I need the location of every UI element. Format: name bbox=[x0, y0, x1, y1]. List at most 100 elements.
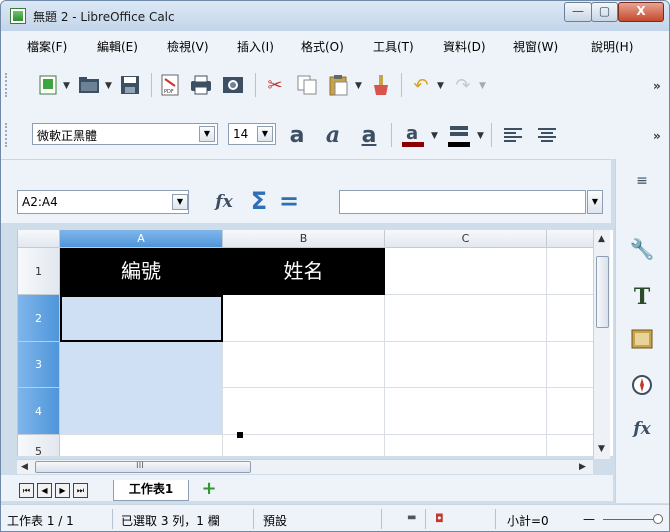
cell-c2[interactable] bbox=[385, 295, 547, 342]
background-color-icon[interactable] bbox=[445, 121, 473, 149]
zoom-out-button[interactable]: — bbox=[583, 512, 595, 526]
print-preview-icon[interactable] bbox=[221, 73, 245, 97]
scroll-up-icon[interactable]: ▲ bbox=[598, 234, 605, 244]
function-wizard-icon[interactable]: fx bbox=[211, 190, 237, 214]
cell-a1[interactable]: 編號 bbox=[60, 248, 223, 295]
gallery-icon[interactable] bbox=[628, 325, 656, 353]
page-style[interactable]: 預設 bbox=[263, 512, 287, 529]
sheet-tab-1[interactable]: 工作表1 bbox=[113, 480, 189, 501]
cell-a2[interactable] bbox=[60, 295, 223, 342]
chevron-down-icon[interactable]: ▼ bbox=[437, 81, 444, 91]
cell-d1[interactable] bbox=[547, 248, 595, 295]
underline-icon[interactable]: a bbox=[355, 123, 383, 148]
row-header-1[interactable]: 1 bbox=[18, 248, 60, 295]
italic-icon[interactable]: a bbox=[319, 122, 347, 148]
menu-tools[interactable]: 工具(T) bbox=[373, 38, 414, 55]
chevron-down-icon[interactable]: ▼ bbox=[477, 131, 484, 141]
export-pdf-icon[interactable]: PDF bbox=[159, 73, 181, 97]
undo-icon[interactable]: ↶ bbox=[409, 73, 433, 97]
cut-icon[interactable]: ✂ bbox=[263, 73, 287, 97]
toolbar-grip[interactable] bbox=[5, 123, 8, 147]
vertical-scroll-thumb[interactable] bbox=[596, 256, 609, 328]
row-header-5[interactable]: 5 bbox=[18, 435, 60, 456]
menu-window[interactable]: 視窗(W) bbox=[513, 38, 558, 55]
cell-a5[interactable] bbox=[60, 435, 223, 456]
select-all-corner[interactable] bbox=[18, 230, 60, 248]
chevron-down-icon[interactable]: ▼ bbox=[63, 81, 70, 91]
cell-c1[interactable] bbox=[385, 248, 547, 295]
column-header-d[interactable] bbox=[547, 230, 595, 248]
align-center-icon[interactable] bbox=[533, 123, 561, 147]
last-sheet-button[interactable]: ⏭ bbox=[73, 483, 88, 498]
formula-input[interactable] bbox=[339, 190, 586, 214]
new-document-icon[interactable] bbox=[37, 73, 59, 97]
insert-mode-icon[interactable]: ▬ bbox=[407, 512, 416, 523]
sum-icon[interactable]: Σ bbox=[247, 187, 271, 215]
maximize-button[interactable]: ▢ bbox=[591, 2, 618, 22]
cell-b4[interactable] bbox=[223, 388, 385, 435]
formula-equals-icon[interactable]: = bbox=[277, 187, 301, 215]
previous-sheet-button[interactable]: ◀ bbox=[37, 483, 52, 498]
cell-b2[interactable] bbox=[223, 295, 385, 342]
chevron-down-icon[interactable]: ▼ bbox=[355, 81, 362, 91]
next-sheet-button[interactable]: ▶ bbox=[55, 483, 70, 498]
chevron-down-icon[interactable]: ▼ bbox=[257, 126, 273, 142]
cell-a3[interactable] bbox=[60, 342, 223, 388]
sidebar-menu-icon[interactable]: ≡ bbox=[628, 167, 656, 195]
cell-d5[interactable] bbox=[547, 435, 595, 456]
row-header-3[interactable]: 3 bbox=[18, 342, 60, 388]
print-icon[interactable] bbox=[189, 73, 213, 97]
align-left-icon[interactable] bbox=[499, 123, 527, 147]
function-wizard-icon[interactable]: fx bbox=[628, 415, 656, 443]
toolbar-overflow-button[interactable]: » bbox=[653, 79, 661, 93]
menu-edit[interactable]: 編輯(E) bbox=[97, 38, 138, 55]
add-sheet-icon[interactable]: + bbox=[201, 480, 217, 498]
cell-b1[interactable]: 姓名 bbox=[223, 248, 385, 295]
cell-b3[interactable] bbox=[223, 342, 385, 388]
clone-formatting-icon[interactable] bbox=[369, 73, 393, 97]
zoom-slider[interactable] bbox=[603, 519, 659, 520]
first-sheet-button[interactable]: ⏮ bbox=[19, 483, 34, 498]
close-button[interactable]: X bbox=[618, 2, 664, 22]
save-icon[interactable] bbox=[119, 73, 141, 97]
chevron-down-icon[interactable]: ▼ bbox=[431, 131, 438, 141]
menu-view[interactable]: 檢視(V) bbox=[167, 38, 209, 55]
menu-data[interactable]: 資料(D) bbox=[443, 38, 486, 55]
cell-a4[interactable] bbox=[60, 388, 223, 435]
column-header-c[interactable]: C bbox=[385, 230, 547, 248]
cell-c5[interactable] bbox=[385, 435, 547, 456]
chevron-down-icon[interactable]: ▼ bbox=[172, 194, 188, 210]
font-size-combo[interactable]: 14 ▼ bbox=[228, 123, 276, 145]
sum-display[interactable]: 小計=0 bbox=[507, 512, 549, 529]
row-header-4[interactable]: 4 bbox=[18, 388, 60, 435]
scroll-down-icon[interactable]: ▼ bbox=[598, 444, 605, 454]
horizontal-scroll-thumb[interactable]: III bbox=[35, 461, 251, 473]
toolbar-overflow-button[interactable]: » bbox=[653, 129, 661, 143]
column-header-b[interactable]: B bbox=[223, 230, 385, 248]
font-color-icon[interactable]: a bbox=[399, 121, 427, 149]
cell-b5[interactable] bbox=[223, 435, 385, 456]
minimize-button[interactable]: — bbox=[564, 2, 592, 22]
chevron-down-icon[interactable]: ▼ bbox=[105, 81, 112, 91]
chevron-down-icon[interactable]: ▼ bbox=[199, 126, 215, 142]
open-folder-icon[interactable] bbox=[77, 73, 101, 97]
scroll-left-icon[interactable]: ◀ bbox=[21, 462, 28, 472]
menu-help[interactable]: 說明(H) bbox=[591, 38, 633, 55]
wrench-icon[interactable]: 🔧 bbox=[628, 235, 656, 263]
toolbar-grip[interactable] bbox=[5, 73, 8, 97]
text-style-icon[interactable]: T bbox=[628, 283, 656, 311]
column-header-a[interactable]: A bbox=[60, 230, 223, 248]
spreadsheet-grid[interactable]: A B C 1 2 3 4 5 編號 姓名 bbox=[17, 230, 613, 456]
scroll-right-icon[interactable]: ▶ bbox=[579, 462, 586, 472]
cell-d3[interactable] bbox=[547, 342, 595, 388]
copy-icon[interactable] bbox=[295, 73, 319, 97]
menu-insert[interactable]: 插入(I) bbox=[237, 38, 274, 55]
row-header-2[interactable]: 2 bbox=[18, 295, 60, 342]
cell-d2[interactable] bbox=[547, 295, 595, 342]
bold-icon[interactable]: a bbox=[283, 123, 311, 148]
cell-d4[interactable] bbox=[547, 388, 595, 435]
fill-handle[interactable] bbox=[237, 432, 243, 438]
paste-icon[interactable] bbox=[327, 73, 351, 97]
compass-icon[interactable] bbox=[628, 371, 656, 399]
horizontal-scrollbar[interactable]: ◀ III ▶ bbox=[17, 459, 593, 474]
